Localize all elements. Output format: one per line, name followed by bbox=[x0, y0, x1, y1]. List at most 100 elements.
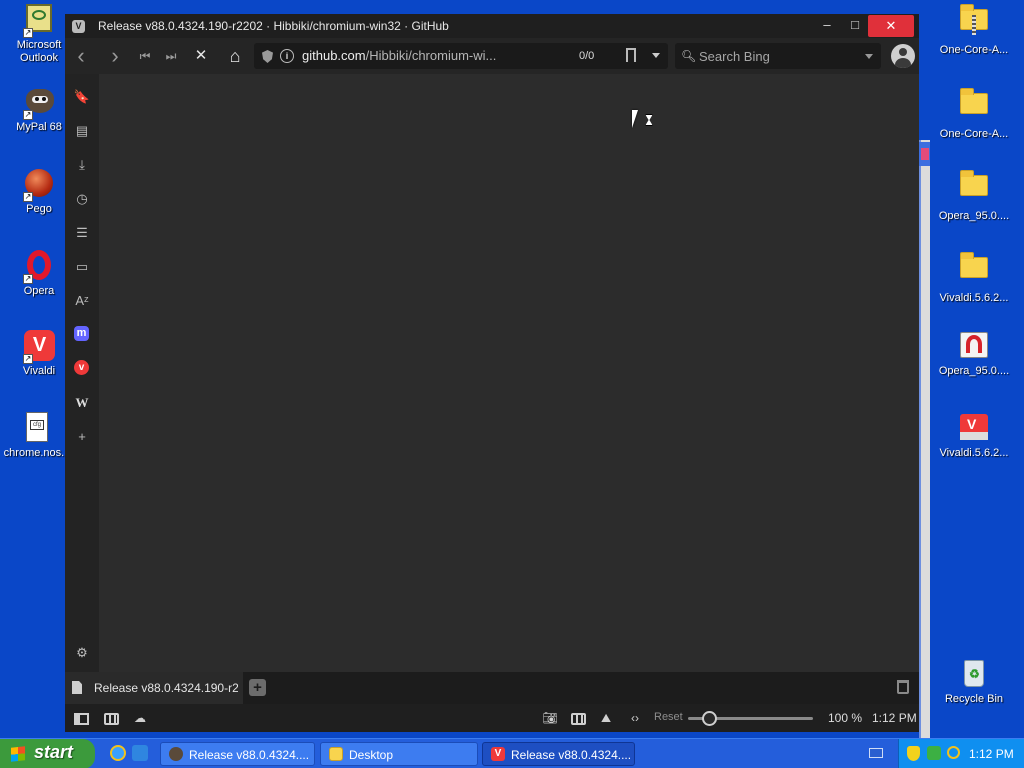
title-bar[interactable]: V Release v88.0.4324.190-r2202 · Hibbiki… bbox=[65, 14, 919, 38]
tracker-blocker-icon[interactable] bbox=[262, 50, 273, 63]
notes-icon[interactable]: ☰ bbox=[73, 224, 91, 242]
translate-icon[interactable]: Aᶻ bbox=[73, 292, 91, 310]
network-icon[interactable] bbox=[927, 746, 941, 760]
reading-list-icon[interactable]: ▤ bbox=[73, 122, 91, 140]
site-info-icon[interactable]: i bbox=[280, 49, 294, 63]
page-favicon-icon bbox=[72, 681, 82, 694]
internet-explorer-icon[interactable] bbox=[110, 745, 126, 761]
system-tray: 1:12 PM bbox=[898, 739, 1024, 768]
search-box[interactable]: 🔍︎ bbox=[675, 43, 881, 69]
opera-icon: ↗ bbox=[23, 250, 55, 284]
background-window-edge[interactable] bbox=[919, 140, 930, 740]
mypal-icon bbox=[169, 747, 183, 761]
page-tiling-icon[interactable] bbox=[571, 713, 586, 725]
mouse-cursor-icon bbox=[632, 110, 644, 128]
taskbar-button-mypal[interactable]: Release v88.0.4324.... bbox=[160, 742, 315, 766]
address-bar[interactable]: i github.com/Hibbiki/chromium-wi... 0/0 bbox=[254, 43, 668, 69]
back-button[interactable]: ‹ bbox=[72, 45, 90, 67]
folder-icon bbox=[329, 747, 343, 761]
zoom-slider-handle[interactable] bbox=[701, 711, 717, 726]
mastodon-icon[interactable]: m bbox=[74, 326, 89, 341]
folder-icon bbox=[958, 88, 990, 125]
add-web-panel-icon[interactable]: + bbox=[73, 428, 91, 446]
tab-bar: Release v88.0.4324.190-r2202 · Hibbiki/c… bbox=[65, 672, 919, 704]
profile-avatar-icon[interactable] bbox=[891, 44, 915, 68]
panel-toggle-icon[interactable] bbox=[74, 713, 89, 725]
zoom-reset-button[interactable]: Reset bbox=[654, 711, 683, 723]
history-icon[interactable]: ◷ bbox=[73, 190, 91, 208]
fast-forward-button[interactable]: ⏭ bbox=[162, 47, 180, 65]
desktop-icon-chrome-nosync[interactable]: cfg chrome.nos... bbox=[0, 412, 74, 460]
zip-folder-icon bbox=[958, 4, 990, 41]
desktop-icon-vivaldi-folder[interactable]: Vivaldi.5.6.2... bbox=[935, 250, 1013, 305]
url-domain: github.com bbox=[302, 48, 366, 63]
search-tray-icon[interactable] bbox=[947, 746, 960, 759]
desktop-icon-recycle-bin[interactable]: ♻ Recycle Bin bbox=[935, 658, 1013, 706]
windows-logo-icon bbox=[11, 746, 25, 762]
wikipedia-icon[interactable]: W bbox=[73, 394, 91, 412]
desktop-icon-one-core-folder[interactable]: One-Core-A... bbox=[935, 86, 1013, 141]
vivaldi-icon: V bbox=[491, 747, 505, 761]
navigation-toolbar: ‹ › ⏮ ⏭ ✕ ⌂ i github.com/Hibbiki/chromiu… bbox=[65, 38, 919, 74]
taskbar-button-vivaldi[interactable]: V Release v88.0.4324.... bbox=[482, 742, 635, 766]
start-label: start bbox=[34, 742, 74, 762]
zoom-level: 100 % bbox=[828, 711, 863, 725]
desktop-icon-opera-folder[interactable]: Opera_95.0.... bbox=[935, 168, 1013, 223]
new-tab-button[interactable]: + bbox=[249, 679, 266, 696]
tab-title: Release v88.0.4324.190-r2202 · Hibbiki/c… bbox=[94, 681, 238, 695]
vivaldi-installer-icon: V bbox=[958, 412, 990, 444]
home-button[interactable]: ⌂ bbox=[226, 47, 244, 65]
vivaldi-menu-icon[interactable]: V bbox=[72, 20, 85, 33]
downloads-icon[interactable]: ⤓ bbox=[73, 156, 91, 174]
background-window-close-icon bbox=[921, 148, 929, 160]
close-button[interactable]: ✕ bbox=[868, 15, 914, 37]
maximize-button[interactable]: □ bbox=[840, 14, 870, 36]
keyboard-layout-icon[interactable] bbox=[869, 748, 883, 758]
trash-icon[interactable] bbox=[897, 680, 909, 694]
url-text[interactable]: github.com/Hibbiki/chromium-wi... bbox=[302, 48, 496, 63]
taskbar-button-desktop[interactable]: Desktop bbox=[320, 742, 478, 766]
taskbar-clock: 1:12 PM bbox=[969, 747, 1014, 761]
folder-icon bbox=[958, 170, 990, 207]
desktop-icon-vivaldi-installer[interactable]: V Vivaldi.5.6.2... bbox=[935, 412, 1013, 460]
browser-window: V Release v88.0.4324.190-r2202 · Hibbiki… bbox=[65, 14, 919, 732]
installer-icon bbox=[958, 330, 990, 362]
outlook-icon: ↗ bbox=[23, 4, 55, 38]
tile-tabs-icon[interactable] bbox=[104, 713, 119, 725]
address-dropdown-icon[interactable] bbox=[652, 53, 660, 58]
window-panel-icon[interactable]: ▭ bbox=[73, 258, 91, 276]
forward-button[interactable]: › bbox=[106, 45, 124, 67]
vivaldi-web-panel-icon[interactable]: v bbox=[74, 360, 89, 375]
taskbar: start Release v88.0.4324.... Desktop V R… bbox=[0, 738, 1024, 768]
vivaldi-icon: V ↗ bbox=[23, 330, 55, 364]
start-button[interactable]: start bbox=[0, 739, 95, 768]
bookmarks-icon[interactable]: 🔖 bbox=[73, 88, 91, 106]
desktop-icon-one-core-zip[interactable]: One-Core-A... bbox=[935, 2, 1013, 57]
url-path: /Hibbiki/chromium-wi... bbox=[365, 48, 497, 63]
page-actions-icon[interactable]: ‹› bbox=[627, 711, 643, 725]
search-icon[interactable]: 🔍︎ bbox=[681, 49, 696, 63]
minimize-button[interactable]: – bbox=[812, 14, 842, 36]
bookmark-icon[interactable] bbox=[626, 48, 636, 62]
capture-camera-icon[interactable]: 📷︎ bbox=[542, 711, 558, 725]
status-clock: 1:12 PM bbox=[872, 711, 917, 725]
mypal-icon: ↗ bbox=[23, 86, 55, 120]
recycle-bin-icon: ♻ bbox=[958, 658, 990, 690]
tab-release[interactable]: Release v88.0.4324.190-r2202 · Hibbiki/c… bbox=[65, 672, 243, 704]
page-content[interactable] bbox=[99, 74, 919, 672]
rewind-button[interactable]: ⏮ bbox=[136, 47, 154, 65]
settings-icon[interactable]: ⚙ bbox=[73, 644, 91, 662]
images-toggle-icon[interactable]: ⛰︎ bbox=[598, 711, 614, 725]
folder-icon bbox=[958, 252, 990, 289]
security-shield-icon[interactable] bbox=[907, 746, 920, 761]
pego-icon: ↗ bbox=[23, 168, 55, 202]
window-title: Release v88.0.4324.190-r2202 · Hibbiki/c… bbox=[98, 19, 449, 33]
search-input[interactable] bbox=[699, 47, 859, 65]
zoom-slider[interactable] bbox=[688, 711, 813, 726]
search-engine-dropdown-icon[interactable] bbox=[865, 54, 873, 59]
sync-cloud-icon[interactable]: ☁︎ bbox=[132, 711, 148, 725]
stop-loading-button[interactable]: ✕ bbox=[192, 47, 210, 65]
blocked-counter[interactable]: 0/0 bbox=[579, 50, 594, 62]
desktop-icon-opera-installer[interactable]: Opera_95.0.... bbox=[935, 330, 1013, 378]
ie-alt-icon[interactable] bbox=[132, 745, 148, 761]
